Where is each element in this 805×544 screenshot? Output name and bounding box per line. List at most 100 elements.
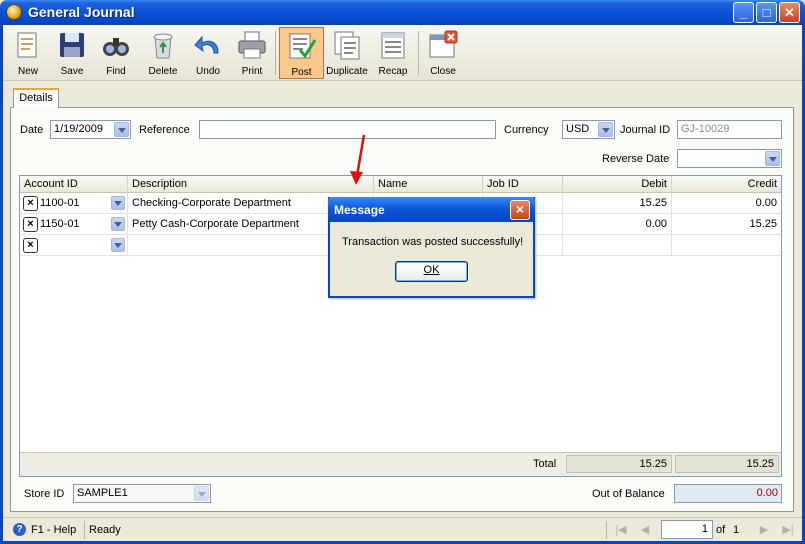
store-id-label: Store ID bbox=[24, 488, 65, 500]
tab-details[interactable]: Details bbox=[13, 88, 59, 108]
chevron-down-icon[interactable] bbox=[194, 486, 209, 501]
close-label: Close bbox=[430, 66, 456, 77]
dialog-message: Transaction was posted successfully! bbox=[342, 236, 524, 248]
reference-label: Reference bbox=[139, 124, 190, 136]
window-titlebar: General Journal _ □ ✕ bbox=[0, 0, 805, 25]
print-label: Print bbox=[241, 66, 263, 77]
delete-row-icon[interactable]: × bbox=[23, 238, 38, 253]
total-debit: 15.25 bbox=[566, 455, 672, 473]
close-window-button[interactable]: ✕ bbox=[779, 2, 800, 23]
recap-label: Recap bbox=[378, 66, 408, 77]
debit-cell[interactable]: 0.00 bbox=[563, 214, 672, 235]
chevron-down-icon[interactable] bbox=[765, 151, 780, 166]
ok-button[interactable]: OK bbox=[395, 261, 468, 282]
credit-cell[interactable] bbox=[672, 235, 781, 256]
post-button[interactable]: Post bbox=[279, 27, 324, 79]
total-label: Total bbox=[533, 458, 557, 470]
last-page-icon[interactable]: ▶| bbox=[781, 523, 795, 537]
column-header-description[interactable]: Description bbox=[128, 176, 374, 193]
window-title: General Journal bbox=[28, 4, 135, 20]
help-label[interactable]: F1 - Help bbox=[31, 524, 76, 536]
delete-row-icon[interactable]: × bbox=[23, 196, 38, 211]
account-value: 1100-01 bbox=[40, 197, 80, 209]
delete-label: Delete bbox=[148, 66, 178, 77]
recap-button[interactable]: Recap bbox=[376, 27, 410, 79]
column-header-debit[interactable]: Debit bbox=[563, 176, 672, 193]
post-label: Post bbox=[291, 67, 312, 78]
column-header-job-id[interactable]: Job ID bbox=[483, 176, 563, 193]
minimize-button[interactable]: _ bbox=[733, 2, 754, 23]
recycle-bin-icon bbox=[153, 33, 173, 59]
out-of-balance-value: 0.00 bbox=[674, 484, 782, 503]
app-icon bbox=[6, 4, 22, 20]
new-button[interactable]: New bbox=[11, 27, 45, 79]
save-button[interactable]: Save bbox=[55, 27, 89, 79]
binoculars-icon bbox=[103, 38, 129, 56]
delete-row-icon[interactable]: × bbox=[23, 217, 38, 232]
toolbar: New Save Find Delete Undo Print Post Dup… bbox=[3, 25, 802, 81]
undo-button[interactable]: Undo bbox=[191, 27, 225, 79]
new-label: New bbox=[17, 66, 38, 77]
of-label: of bbox=[716, 524, 726, 536]
account-value: 1150-01 bbox=[40, 218, 80, 230]
store-id-field[interactable]: SAMPLE1 bbox=[73, 484, 211, 503]
column-header-name[interactable]: Name bbox=[374, 176, 483, 193]
status-separator bbox=[606, 521, 607, 539]
page-input[interactable]: 1 bbox=[661, 520, 713, 539]
date-label: Date bbox=[20, 124, 44, 136]
status-text: Ready bbox=[89, 524, 121, 536]
post-icon bbox=[289, 33, 316, 59]
column-header-account-id[interactable]: Account ID bbox=[20, 176, 128, 193]
delete-button[interactable]: Delete bbox=[145, 27, 181, 79]
total-credit: 15.25 bbox=[675, 455, 779, 473]
dialog-close-button[interactable]: × bbox=[510, 200, 530, 220]
account-cell[interactable] bbox=[38, 235, 128, 256]
page-total: 1 bbox=[733, 524, 740, 536]
toolbar-separator bbox=[418, 31, 419, 75]
column-header-credit[interactable]: Credit bbox=[672, 176, 781, 193]
save-icon bbox=[60, 33, 84, 57]
printer-icon bbox=[238, 31, 266, 59]
date-field[interactable]: 1/19/2009 bbox=[50, 120, 131, 139]
grid-header: Account ID Description Name Job ID Debit… bbox=[20, 176, 781, 193]
new-icon bbox=[17, 32, 37, 58]
close-form-icon bbox=[429, 30, 458, 58]
credit-cell[interactable]: 15.25 bbox=[672, 214, 781, 235]
credit-cell[interactable]: 0.00 bbox=[672, 193, 781, 214]
message-dialog: Message × Transaction was posted success… bbox=[328, 197, 535, 298]
help-icon[interactable]: ? bbox=[13, 523, 26, 536]
status-separator bbox=[84, 521, 85, 539]
recap-icon bbox=[381, 32, 405, 59]
close-button[interactable]: Close bbox=[426, 27, 460, 79]
account-cell[interactable]: 1150-01 bbox=[38, 214, 128, 235]
dialog-title: Message bbox=[328, 197, 535, 222]
journal-id-label: Journal ID bbox=[620, 124, 671, 136]
save-label: Save bbox=[60, 66, 84, 77]
chevron-down-icon[interactable] bbox=[111, 217, 125, 231]
out-of-balance-label: Out of Balance bbox=[592, 488, 665, 500]
undo-icon bbox=[194, 35, 219, 54]
duplicate-button[interactable]: Duplicate bbox=[326, 27, 368, 79]
currency-field[interactable]: USD bbox=[562, 120, 615, 139]
previous-page-icon[interactable]: ◀ bbox=[638, 523, 652, 537]
chevron-down-icon[interactable] bbox=[114, 122, 129, 137]
journal-id-value: GJ-10029 bbox=[681, 123, 730, 135]
chevron-down-icon[interactable] bbox=[111, 238, 125, 252]
chevron-down-icon[interactable] bbox=[111, 196, 125, 210]
currency-label: Currency bbox=[504, 124, 549, 136]
chevron-down-icon[interactable] bbox=[598, 122, 613, 137]
totals-row: Total 15.25 15.25 bbox=[20, 452, 781, 476]
next-page-icon[interactable]: ▶ bbox=[757, 523, 771, 537]
date-value: 1/19/2009 bbox=[54, 123, 103, 135]
print-button[interactable]: Print bbox=[235, 27, 269, 79]
find-button[interactable]: Find bbox=[99, 27, 133, 79]
reverse-date-field[interactable] bbox=[677, 149, 782, 168]
debit-cell[interactable]: 15.25 bbox=[563, 193, 672, 214]
debit-cell[interactable] bbox=[563, 235, 672, 256]
maximize-button[interactable]: □ bbox=[756, 2, 777, 23]
account-cell[interactable]: 1100-01 bbox=[38, 193, 128, 214]
journal-id-field: GJ-10029 bbox=[677, 120, 782, 139]
first-page-icon[interactable]: |◀ bbox=[614, 523, 628, 537]
undo-label: Undo bbox=[196, 66, 220, 77]
duplicate-icon bbox=[334, 31, 360, 60]
